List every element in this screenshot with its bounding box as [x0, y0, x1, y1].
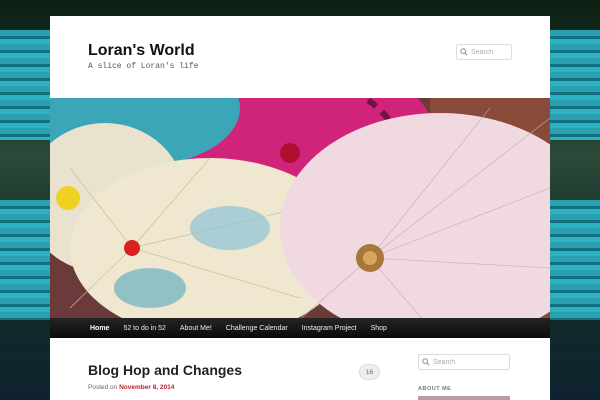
nav-item-home[interactable]: Home: [90, 325, 109, 332]
nav-item-52-to-do[interactable]: 52 to do in 52: [123, 325, 165, 332]
nav-item-about-me[interactable]: About Me!: [180, 325, 212, 332]
nav-item-instagram-project[interactable]: Instagram Project: [302, 325, 357, 332]
nav-item-challenge-calendar[interactable]: Challenge Calendar: [226, 325, 288, 332]
posted-on-label: Posted on: [88, 384, 118, 391]
search-icon: [460, 48, 468, 56]
main-navigation: Home 52 to do in 52 About Me! Challenge …: [50, 318, 550, 338]
site-title[interactable]: Loran's World: [88, 42, 195, 60]
post-title[interactable]: Blog Hop and Changes: [88, 362, 242, 378]
comment-count-bubble[interactable]: 16: [359, 364, 380, 380]
sidebar-search[interactable]: [418, 354, 510, 370]
sidebar-search-input[interactable]: [433, 358, 509, 366]
nav-item-shop[interactable]: Shop: [371, 325, 387, 332]
header-search-input[interactable]: [471, 48, 511, 56]
site-description: A slice of Loran's life: [88, 62, 199, 71]
header-banner-image: [50, 98, 550, 318]
post-date[interactable]: November 8, 2014: [119, 384, 174, 391]
header-search[interactable]: [456, 44, 512, 60]
about-me-widget-title: ABOUT ME: [418, 386, 452, 392]
about-me-widget-image: [418, 396, 510, 400]
page-container: Loran's World A slice of Loran's life Se…: [50, 16, 550, 400]
search-icon: [422, 358, 430, 366]
post-meta: Posted on November 8, 2014: [88, 384, 174, 391]
